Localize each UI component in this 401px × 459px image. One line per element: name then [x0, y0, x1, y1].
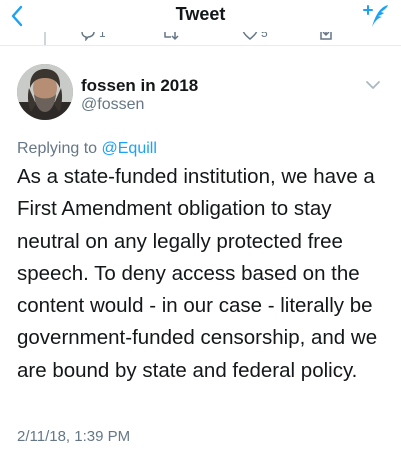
like-icon [242, 32, 258, 40]
replying-to-mention[interactable]: @Equill [102, 140, 157, 157]
retweet-action[interactable] [161, 32, 179, 42]
caret-down-icon [366, 81, 380, 89]
like-action[interactable]: 5 [242, 32, 268, 42]
share-action[interactable] [318, 32, 334, 42]
thread-line [44, 32, 46, 45]
replying-to-label: Replying to [17, 140, 98, 157]
reply-count: 1 [99, 32, 106, 40]
like-count: 5 [261, 32, 268, 40]
tweet-options-button[interactable] [364, 78, 382, 92]
reply-icon [81, 32, 95, 41]
profile-photo [17, 64, 73, 120]
avatar[interactable] [17, 64, 73, 120]
author-name[interactable]: fossen in 2018 [81, 76, 198, 96]
tweet-text: As a state-funded institution, we have a… [17, 165, 378, 382]
compose-tweet-icon [363, 5, 388, 27]
navigation-bar: Tweet [0, 0, 401, 32]
author-handle[interactable]: @fossen [81, 96, 144, 114]
reply-action[interactable]: 1 [80, 32, 106, 42]
compose-tweet-button[interactable] [361, 3, 391, 29]
page-title: Tweet [175, 4, 226, 24]
tweet-timestamp: 2/11/18, 1:39 PM [17, 428, 131, 445]
retweet-icon [164, 32, 179, 40]
share-icon [320, 32, 332, 40]
previous-tweet-actions: 1 5 [0, 32, 401, 46]
replying-to-line: Replying to @Equill [17, 140, 157, 158]
